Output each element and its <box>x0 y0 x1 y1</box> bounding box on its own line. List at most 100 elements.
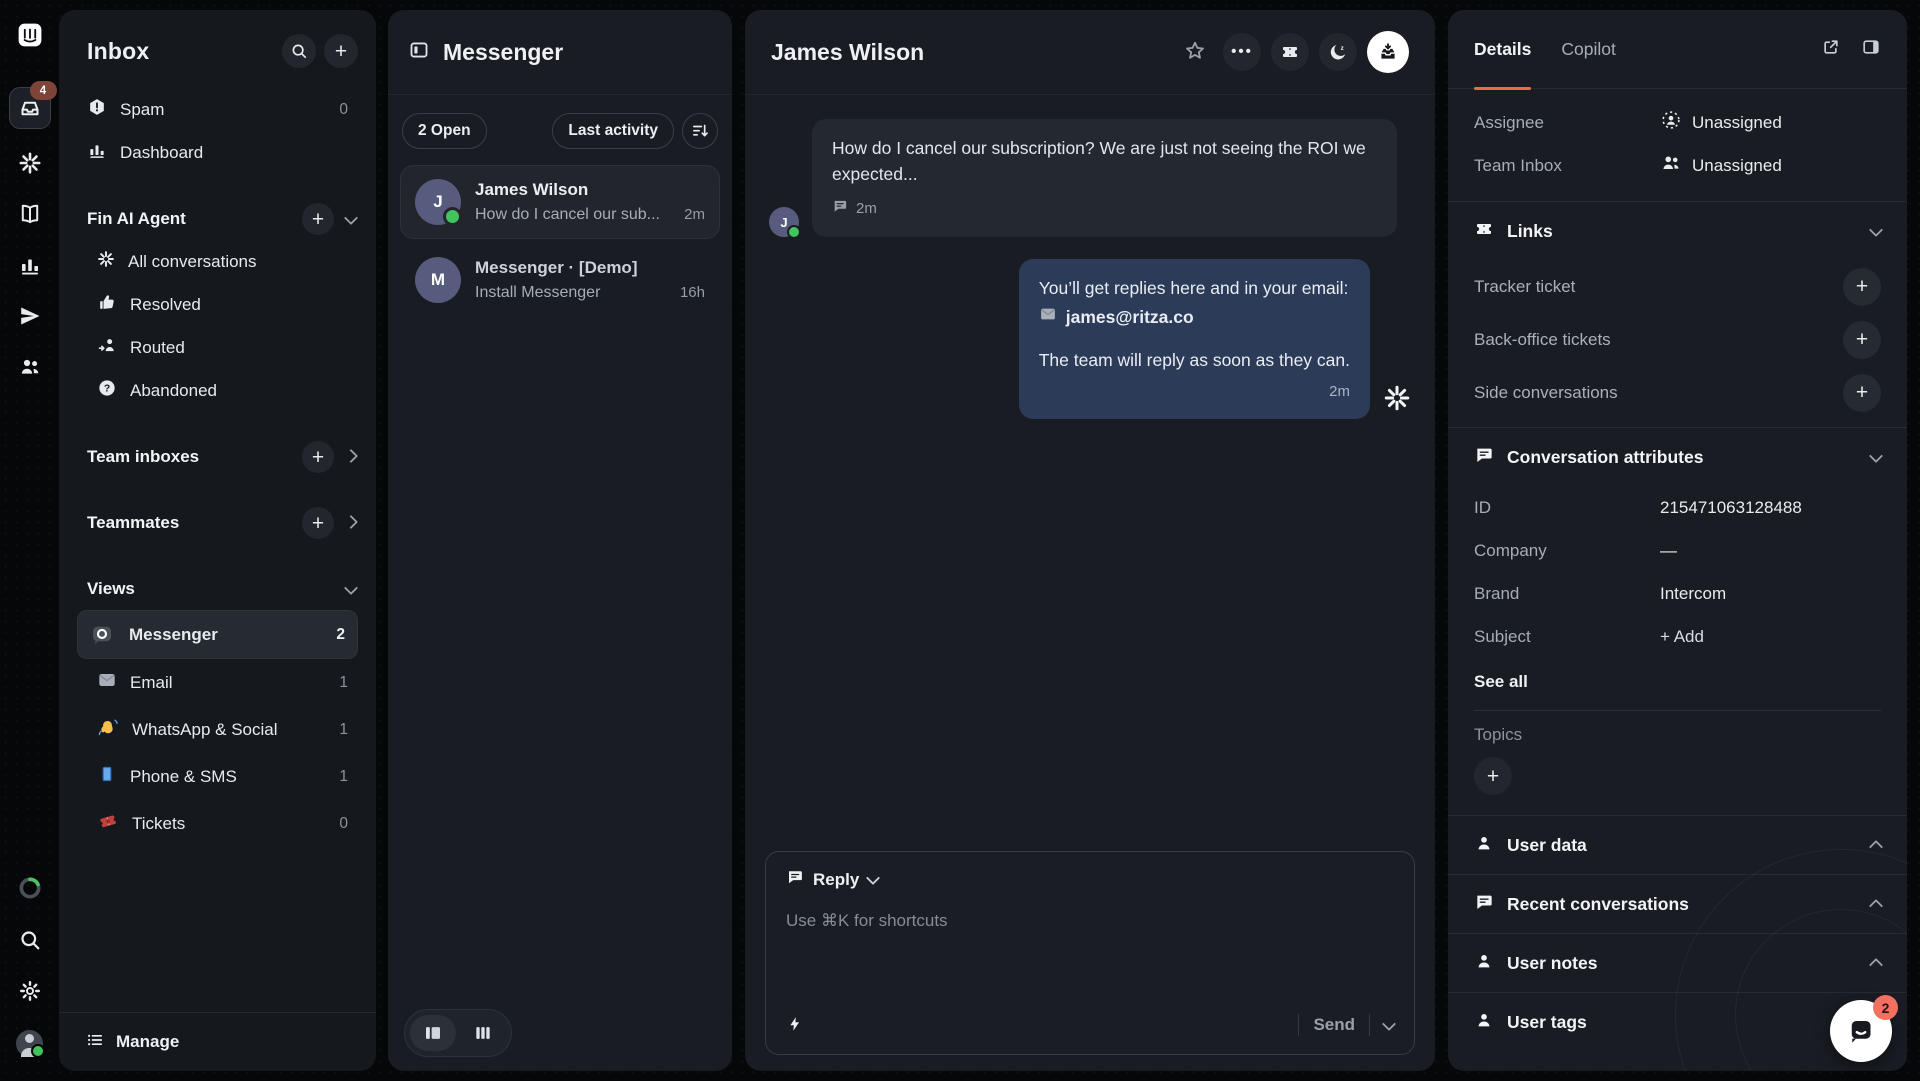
chevron-down-icon[interactable] <box>344 580 358 594</box>
rail-inbox-button[interactable]: 4 <box>9 87 51 129</box>
reply-flag-icon <box>786 868 804 891</box>
sidebar-item-routed[interactable]: Routed <box>87 326 358 369</box>
sidebar-item-dashboard[interactable]: Dashboard <box>77 131 358 174</box>
fin-add-button[interactable] <box>302 203 334 235</box>
rail-knowledge-button[interactable] <box>18 202 42 231</box>
sidebar-item-view-messenger[interactable]: Messenger 2 <box>77 610 358 659</box>
team-inboxes-header[interactable]: Team inboxes <box>77 436 358 478</box>
email-icon <box>97 670 117 695</box>
chevron-right-icon[interactable] <box>344 448 358 462</box>
sidebar-title: Inbox <box>87 38 149 65</box>
conversation-row-messenger-demo[interactable]: M Messenger · [Demo] Install Messenger 1… <box>400 243 720 317</box>
tab-copilot[interactable]: Copilot <box>1561 10 1615 88</box>
composer-input[interactable]: Use ⌘K for shortcuts <box>786 911 1394 931</box>
fin-ai-agent-header[interactable]: Fin AI Agent <box>77 198 358 240</box>
add-back-office-ticket-button[interactable] <box>1843 321 1881 359</box>
rail-outbound-button[interactable] <box>18 304 42 333</box>
user-tags-section-header[interactable]: User tags <box>1474 993 1881 1051</box>
team-inbox-row[interactable]: Team Inbox Unassigned <box>1474 144 1881 187</box>
more-actions-button[interactable] <box>1223 33 1261 71</box>
recent-conversations-section-header[interactable]: Recent conversations <box>1474 875 1881 933</box>
layout-toggle <box>404 1009 512 1057</box>
sidebar-item-view-tickets[interactable]: Tickets 0 <box>87 800 358 847</box>
assignee-row[interactable]: Assignee Unassigned <box>1474 101 1881 144</box>
outbound-line1: You’ll get replies here and in your emai… <box>1039 275 1350 301</box>
conversation-list-panel: Messenger 2 Open Last activity J James W… <box>388 10 732 1071</box>
send-options-chevron[interactable] <box>1382 1016 1396 1030</box>
add-side-conversation-button[interactable] <box>1843 374 1881 412</box>
online-status-dot <box>31 1044 45 1058</box>
ticket-links-icon <box>1474 219 1494 244</box>
app-rail: 4 <box>0 0 59 1081</box>
conversation-thread-panel: James Wilson J How do I cancel our subsc… <box>745 10 1435 1071</box>
sidebar-item-all-conversations[interactable]: All conversations <box>87 240 358 283</box>
sidebar-item-abandoned[interactable]: Abandoned <box>87 369 358 412</box>
intercom-logo-icon <box>17 22 43 53</box>
open-filter-button[interactable]: 2 Open <box>402 113 487 149</box>
messenger-channel-icon <box>832 198 848 222</box>
layout-columns-view-button[interactable] <box>460 1015 506 1051</box>
layout-split-view-button[interactable] <box>410 1015 456 1051</box>
close-conversation-button[interactable] <box>1367 31 1409 73</box>
messenger-launcher-button[interactable]: 2 <box>1830 1000 1892 1062</box>
usage-ring-icon[interactable] <box>17 875 43 906</box>
conversation-attributes-header[interactable]: Conversation attributes <box>1474 428 1881 486</box>
conversation-row-james-wilson[interactable]: J James Wilson How do I cancel our sub..… <box>400 165 720 239</box>
add-topic-button[interactable] <box>1474 757 1512 795</box>
attribute-subject-row[interactable]: Subject + Add <box>1474 615 1881 658</box>
settings-gear-button[interactable] <box>18 979 42 1008</box>
unassigned-person-icon <box>1660 109 1682 136</box>
outbound-line2: The team will reply as soon as they can. <box>1039 347 1350 373</box>
topics-label: Topics <box>1474 725 1881 745</box>
person-icon <box>1474 951 1494 976</box>
message-area: J How do I cancel our subscription? We a… <box>745 95 1435 851</box>
sidebar-item-spam[interactable]: Spam 0 <box>77 88 358 131</box>
plus-icon <box>312 209 324 230</box>
chat-bubble-icon <box>1474 892 1494 917</box>
chevron-right-icon[interactable] <box>344 514 358 528</box>
team-inboxes-add-button[interactable] <box>302 441 334 473</box>
collapse-panel-icon[interactable] <box>408 39 430 66</box>
chevron-down-icon <box>1869 222 1883 236</box>
sidebar-new-conversation-button[interactable] <box>324 34 358 68</box>
outbound-email: james@ritza.co <box>1066 304 1194 330</box>
messenger-view-count: 2 <box>336 626 345 644</box>
reply-mode-selector[interactable]: Reply <box>786 868 1394 891</box>
sidebar-item-view-email[interactable]: Email 1 <box>87 659 358 706</box>
see-all-link[interactable]: See all <box>1474 658 1881 706</box>
divider <box>1298 1014 1299 1036</box>
sort-order-button[interactable]: Last activity <box>552 113 674 149</box>
star-conversation-button[interactable] <box>1177 39 1213 66</box>
user-notes-section-header[interactable]: User notes <box>1474 934 1881 992</box>
rail-fin-ai-button[interactable] <box>18 151 42 180</box>
tab-details[interactable]: Details <box>1474 10 1531 88</box>
dashboard-icon <box>87 140 107 165</box>
shortcuts-bolt-button[interactable] <box>786 1015 804 1036</box>
user-avatar[interactable] <box>16 1030 43 1057</box>
links-section-header[interactable]: Links <box>1474 202 1881 260</box>
sidebar-search-button[interactable] <box>282 34 316 68</box>
chevron-up-icon <box>1869 958 1883 972</box>
person-icon <box>1474 833 1494 858</box>
add-tracker-ticket-button[interactable] <box>1843 268 1881 306</box>
sidebar-item-view-whatsapp-social[interactable]: WhatsApp & Social 1 <box>87 706 358 753</box>
send-button[interactable]: Send <box>1313 1015 1355 1035</box>
chevron-up-icon <box>1869 840 1883 854</box>
sidebar-item-resolved[interactable]: Resolved <box>87 283 358 326</box>
views-header[interactable]: Views <box>77 568 358 610</box>
sidebar-item-view-phone-sms[interactable]: Phone & SMS 1 <box>87 753 358 800</box>
global-search-button[interactable] <box>18 928 42 957</box>
convert-to-ticket-button[interactable] <box>1271 33 1309 71</box>
rail-reports-button[interactable] <box>18 253 42 282</box>
manage-button[interactable]: Manage <box>59 1012 376 1071</box>
user-data-section-header[interactable]: User data <box>1474 816 1881 874</box>
teammates-header[interactable]: Teammates <box>77 502 358 544</box>
rail-contacts-button[interactable] <box>18 355 42 384</box>
toggle-side-panel-icon[interactable] <box>1861 37 1881 62</box>
chevron-down-icon[interactable] <box>344 210 358 224</box>
avatar: J <box>769 207 799 237</box>
teammates-add-button[interactable] <box>302 507 334 539</box>
snooze-button[interactable] <box>1319 33 1357 71</box>
open-in-new-icon[interactable] <box>1821 37 1841 62</box>
sort-direction-button[interactable] <box>682 113 718 149</box>
